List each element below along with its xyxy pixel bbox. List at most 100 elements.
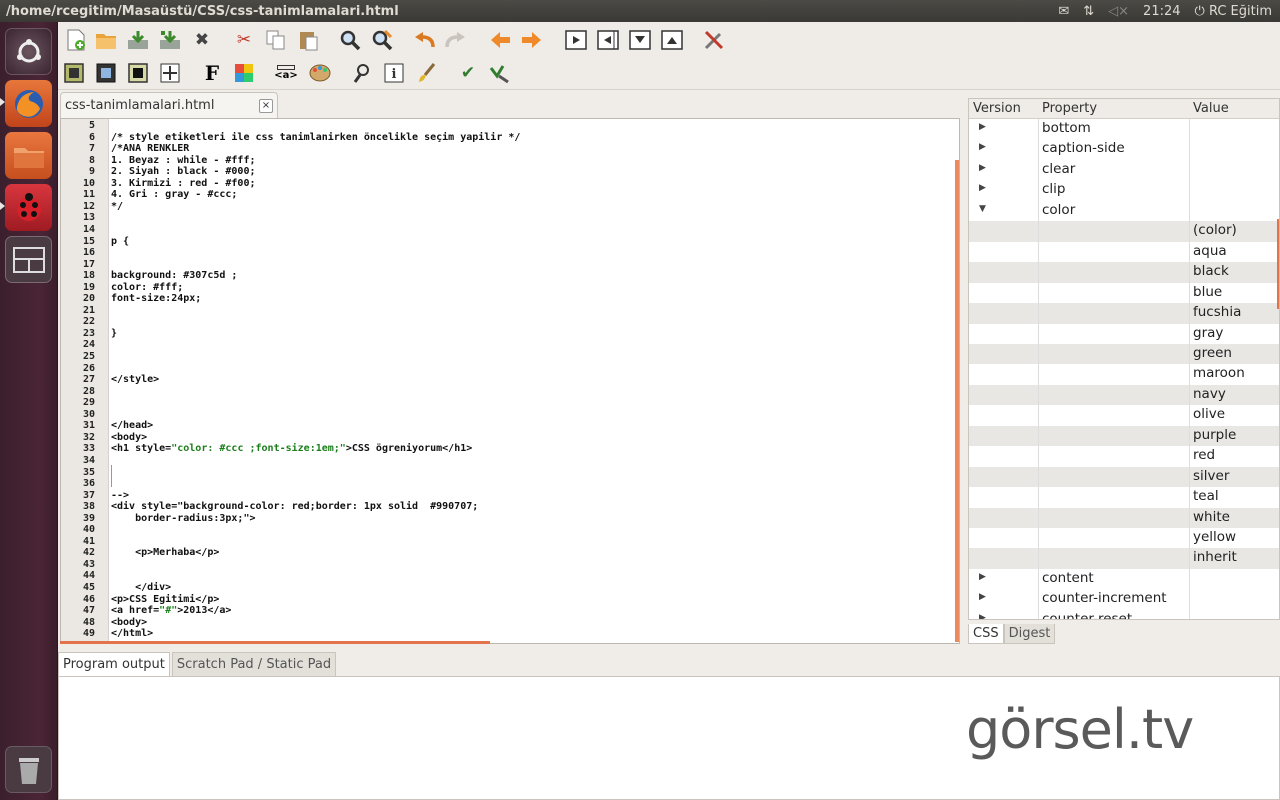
code-line[interactable]: font-size:24px;	[111, 293, 201, 304]
property-value-row[interactable]: blue	[969, 282, 1279, 304]
code-line[interactable]: border-radius:3px;">	[111, 513, 255, 524]
code-line[interactable]: /*ANA RENKLER	[111, 143, 189, 154]
tab-css-tanimlamalari[interactable]: css-tanimlamalari.html ×	[60, 92, 278, 118]
property-value-row[interactable]: fucshia	[969, 303, 1279, 324]
property-value-row[interactable]: olive	[969, 405, 1279, 426]
code-line[interactable]: <p>CSS Egitimi</p>	[111, 594, 219, 605]
code-line[interactable]: }	[111, 328, 117, 339]
frame-black-icon[interactable]	[94, 61, 118, 85]
tab-digest[interactable]: Digest	[1003, 624, 1056, 644]
property-row[interactable]: ▶ counter-increment	[969, 589, 1279, 610]
brush-icon[interactable]	[414, 61, 438, 85]
code-line[interactable]: <div style="background-color: red;border…	[111, 501, 478, 512]
css-property-table[interactable]: Version Property Value ▶ bottom ▶ caption-s…	[968, 98, 1280, 620]
mail-icon[interactable]: ✉	[1058, 4, 1069, 19]
back-arrow-icon[interactable]	[488, 28, 512, 52]
property-value-row[interactable]: aqua	[969, 241, 1279, 263]
col-version[interactable]: Version	[973, 101, 1021, 116]
code-line[interactable]: /* style etiketleri ile css tanimlanirke…	[111, 132, 520, 143]
font-icon[interactable]: F	[200, 61, 224, 85]
move-icon[interactable]	[158, 61, 182, 85]
property-value-row[interactable]: purple	[969, 425, 1279, 447]
col-property[interactable]: Property	[1042, 101, 1097, 116]
info-icon[interactable]: i	[382, 61, 406, 85]
paste-icon[interactable]	[296, 28, 320, 52]
new-file-icon[interactable]	[64, 28, 88, 52]
code-line[interactable]: </head>	[111, 420, 153, 431]
find-replace-icon[interactable]	[370, 28, 394, 52]
expander-icon[interactable]: ▶	[979, 183, 986, 193]
code-line[interactable]: </div>	[111, 582, 171, 593]
network-icon[interactable]: ⇅	[1083, 4, 1094, 19]
trash-icon[interactable]	[5, 746, 52, 793]
spellcheck-icon[interactable]	[488, 61, 512, 85]
save-as-icon[interactable]	[158, 28, 182, 52]
code-line[interactable]: <a href="#">2013</a>	[111, 605, 231, 616]
redo-icon[interactable]	[444, 28, 468, 52]
volume-muted-icon[interactable]: ◁×	[1108, 4, 1129, 19]
code-editor[interactable]: 5 6 7 8 9 10 11 12 13 14 15 16 17 18 19 20 21 22 23 24 25 26 2…	[60, 118, 960, 644]
search-person-icon[interactable]	[350, 61, 374, 85]
code-line[interactable]: */	[111, 201, 123, 212]
cut-icon[interactable]: ✂	[232, 28, 256, 52]
colors-icon[interactable]	[232, 61, 256, 85]
clock[interactable]: 21:24	[1143, 4, 1180, 19]
property-value-row[interactable]: white	[969, 507, 1279, 529]
property-value-row[interactable]: green	[969, 343, 1279, 365]
editor-horizontal-scrollbar[interactable]	[60, 641, 490, 644]
user-menu[interactable]: ⏻ RC Eğitim	[1195, 4, 1272, 19]
property-value-row[interactable]: gray	[969, 323, 1279, 344]
bottom-panel-icon[interactable]	[628, 28, 652, 52]
code-line[interactable]: 4. Gri : gray - #ccc;	[111, 189, 237, 200]
property-value-row[interactable]: inherit	[969, 548, 1279, 569]
col-value[interactable]: Value	[1193, 101, 1229, 116]
property-value-row[interactable]: red	[969, 446, 1279, 467]
expander-icon[interactable]: ▶	[979, 142, 986, 152]
expander-icon[interactable]: ▶	[979, 613, 986, 619]
code-line[interactable]: <body>	[111, 617, 147, 628]
expander-icon[interactable]: ▶	[979, 122, 986, 132]
expander-icon[interactable]: ▶	[979, 163, 986, 173]
code-line[interactable]: <h1 style="color: #ccc ;font-size:1em;">…	[111, 443, 472, 454]
close-icon[interactable]: ✖	[190, 28, 214, 52]
save-icon[interactable]	[126, 28, 150, 52]
property-row[interactable]: ▶ bottom	[969, 119, 1279, 140]
property-row[interactable]: ▶ clear	[969, 159, 1279, 181]
code-line[interactable]: -->	[111, 490, 129, 501]
check-icon[interactable]: ✔	[456, 61, 480, 85]
left-panel-icon[interactable]	[596, 28, 620, 52]
property-row[interactable]: ▶ content	[969, 568, 1279, 590]
frame-icon[interactable]	[62, 61, 86, 85]
editor-vertical-scrollbar[interactable]	[955, 160, 959, 642]
workspace-switcher-icon[interactable]	[5, 236, 52, 283]
code-line[interactable]: background: #307c5d ;	[111, 270, 237, 281]
code-line[interactable]: color: #fff;	[111, 282, 183, 293]
copy-icon[interactable]	[264, 28, 288, 52]
property-value-row[interactable]: silver	[969, 466, 1279, 488]
find-icon[interactable]	[338, 28, 362, 52]
expander-icon[interactable]: ▶	[979, 592, 986, 602]
code-line[interactable]: <p>Merhaba</p>	[111, 547, 219, 558]
palette-icon[interactable]	[308, 61, 332, 85]
dash-home-icon[interactable]	[5, 28, 52, 75]
ladybug-app-icon[interactable]	[5, 184, 52, 231]
undo-icon[interactable]	[412, 28, 436, 52]
code-line[interactable]: 2. Siyah : black - #000;	[111, 166, 256, 177]
property-value-row[interactable]: teal	[969, 487, 1279, 508]
property-value-row[interactable]: (color)	[969, 221, 1279, 242]
frame-dark-icon[interactable]	[126, 61, 150, 85]
property-value-row[interactable]: yellow	[969, 528, 1279, 549]
tools-icon[interactable]	[702, 28, 726, 52]
tab-program-output[interactable]: Program output	[58, 652, 170, 676]
firefox-icon[interactable]	[5, 80, 52, 127]
code-line[interactable]: 3. Kirmizi : red - #f00;	[111, 178, 256, 189]
code-line[interactable]: </html>	[111, 628, 153, 639]
top-panel-icon[interactable]	[660, 28, 684, 52]
property-row[interactable]: ▶ clip	[969, 180, 1279, 201]
code-line[interactable]: p {	[111, 236, 129, 247]
code-line[interactable]: 1. Beyaz : while - #fff;	[111, 155, 256, 166]
forward-arrow-icon[interactable]	[520, 28, 544, 52]
code-line[interactable]: </style>	[111, 374, 159, 385]
anchor-tag-icon[interactable]: <a>	[272, 61, 300, 85]
property-row[interactable]: ▼ color	[969, 200, 1279, 222]
